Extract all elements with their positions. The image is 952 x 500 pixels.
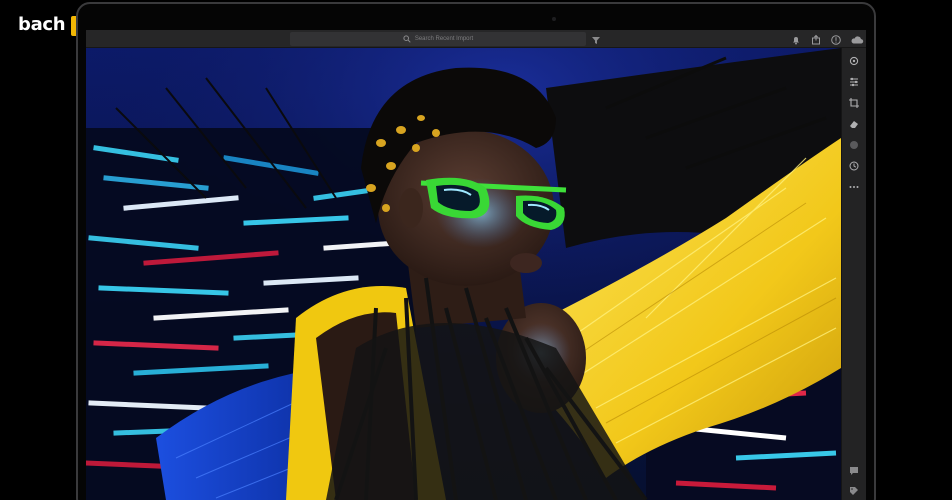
more-icon[interactable]	[848, 180, 860, 192]
brand-word-left: bach	[18, 14, 66, 35]
cloud-icon[interactable]	[850, 33, 864, 45]
webcam	[552, 17, 556, 21]
search-icon	[403, 30, 411, 48]
screenshot-stage: bach long mobile Search Recent Import	[0, 0, 952, 500]
share-icon[interactable]	[810, 33, 822, 45]
eraser-icon[interactable]	[848, 117, 860, 129]
sliders-icon[interactable]	[848, 75, 860, 87]
app-top-bar: Search Recent Import	[86, 30, 866, 48]
tool-rail	[841, 48, 866, 500]
bell-icon[interactable]	[790, 33, 802, 45]
top-icon-group	[790, 32, 864, 46]
search-input[interactable]: Search Recent Import	[415, 36, 473, 42]
comment-icon[interactable]	[848, 464, 860, 476]
rail-bottom-tools	[848, 464, 860, 496]
tag-icon[interactable]	[848, 484, 860, 496]
filter-icon[interactable]	[590, 33, 602, 45]
mask-icon[interactable]	[848, 138, 860, 150]
edit-icon[interactable]	[848, 54, 860, 66]
help-icon[interactable]	[830, 33, 842, 45]
photo-canvas[interactable]	[86, 48, 841, 500]
app-window: Search Recent Import	[86, 30, 866, 500]
crop-icon[interactable]	[848, 96, 860, 108]
history-icon[interactable]	[848, 159, 860, 171]
search-bar[interactable]: Search Recent Import	[290, 32, 586, 46]
